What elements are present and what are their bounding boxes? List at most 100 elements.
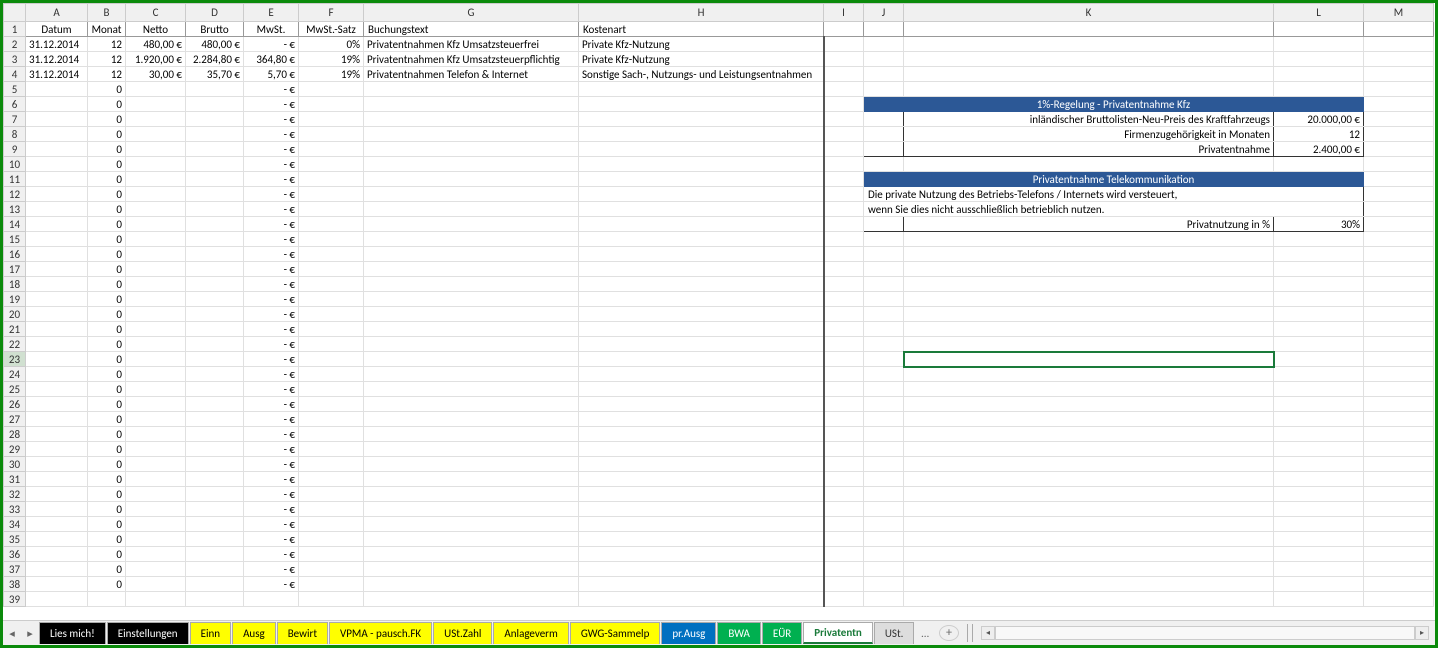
col-header-E[interactable]: E [244, 4, 299, 22]
cell[interactable] [864, 337, 904, 352]
box1-r3-val[interactable]: 2.400,00 € [1274, 142, 1364, 157]
cell[interactable] [364, 427, 579, 442]
cell[interactable] [1274, 307, 1364, 322]
cell-monat[interactable]: 0 [88, 322, 126, 337]
cell[interactable] [904, 562, 1274, 577]
cell[interactable] [824, 367, 864, 382]
col-header-L[interactable]: L [1274, 4, 1364, 22]
cell[interactable] [364, 97, 579, 112]
sheet-tab-einstellungen[interactable]: Einstellungen [107, 622, 189, 644]
cell[interactable] [864, 562, 904, 577]
cell[interactable] [126, 412, 186, 427]
cell[interactable] [26, 457, 88, 472]
cell-mwst[interactable]: - € [244, 307, 299, 322]
cell[interactable] [904, 292, 1274, 307]
cell[interactable] [824, 202, 864, 217]
cell[interactable] [126, 187, 186, 202]
cell-mwstsatz[interactable]: 19% [299, 67, 364, 82]
cell-mwst[interactable]: - € [244, 292, 299, 307]
row-header-36[interactable]: 36 [4, 547, 26, 562]
cell[interactable] [26, 97, 88, 112]
cell[interactable] [1364, 67, 1434, 82]
col-header-G[interactable]: G [364, 4, 579, 22]
tab-nav-prev-icon[interactable]: ▸ [21, 623, 39, 643]
cell[interactable] [824, 472, 864, 487]
cell[interactable] [579, 232, 824, 247]
cell[interactable] [864, 382, 904, 397]
cell[interactable] [126, 367, 186, 382]
cell[interactable] [26, 172, 88, 187]
row-header-4[interactable]: 4 [4, 67, 26, 82]
worksheet-table[interactable]: ABCDEFGHIJKLM1​DatumMonatNettoBruttoMwSt… [3, 3, 1434, 607]
cell[interactable] [1364, 322, 1434, 337]
cell[interactable] [824, 427, 864, 442]
cell-L1[interactable] [1274, 22, 1364, 37]
cell[interactable] [864, 427, 904, 442]
cell[interactable] [26, 187, 88, 202]
sheet-tab-ausg[interactable]: Ausg [232, 622, 276, 644]
cell[interactable] [904, 397, 1274, 412]
cell-mwst[interactable]: - € [244, 142, 299, 157]
cell[interactable] [824, 382, 864, 397]
cell-monat[interactable]: 0 [88, 307, 126, 322]
cell[interactable] [364, 547, 579, 562]
row-header-27[interactable]: 27 [4, 412, 26, 427]
cell[interactable] [864, 457, 904, 472]
cell[interactable] [299, 577, 364, 592]
cell[interactable] [1364, 352, 1434, 367]
cell[interactable] [864, 232, 904, 247]
cell[interactable] [26, 322, 88, 337]
cell-monat[interactable]: 0 [88, 502, 126, 517]
cell-mwst[interactable]: - € [244, 217, 299, 232]
cell-monat[interactable]: 0 [88, 112, 126, 127]
cell[interactable] [864, 127, 904, 142]
cell[interactable] [824, 397, 864, 412]
cell-monat[interactable]: 0 [88, 427, 126, 442]
col-header-M[interactable]: M [1364, 4, 1434, 22]
sheet-tab-prausg[interactable]: pr.Ausg [661, 622, 716, 644]
cell-mwst[interactable]: - € [244, 322, 299, 337]
cell-mwst[interactable]: - € [244, 37, 299, 52]
horizontal-scrollbar[interactable]: ◂ ▸ [981, 625, 1429, 641]
cell[interactable] [26, 157, 88, 172]
row-header-18[interactable]: 18 [4, 277, 26, 292]
cell[interactable] [26, 502, 88, 517]
cell-mwst[interactable]: - € [244, 532, 299, 547]
cell[interactable] [824, 517, 864, 532]
cell-monat[interactable]: 0 [88, 442, 126, 457]
cell[interactable] [126, 322, 186, 337]
cell[interactable] [244, 592, 299, 607]
cell[interactable] [824, 67, 864, 82]
row-header-12[interactable]: 12 [4, 187, 26, 202]
cell[interactable] [299, 202, 364, 217]
cell-mwst[interactable]: - € [244, 247, 299, 262]
cell[interactable] [864, 487, 904, 502]
cell-kostenart[interactable]: Sonstige Sach-, Nutzungs- und Leistungse… [579, 67, 824, 82]
cell[interactable] [1364, 337, 1434, 352]
cell[interactable] [1274, 322, 1364, 337]
cell[interactable] [126, 547, 186, 562]
cell[interactable] [1274, 157, 1364, 172]
cell[interactable] [824, 487, 864, 502]
cell[interactable] [364, 457, 579, 472]
cell[interactable] [26, 367, 88, 382]
cell[interactable] [1274, 292, 1364, 307]
cell[interactable] [824, 232, 864, 247]
cell[interactable] [824, 577, 864, 592]
cell[interactable] [364, 487, 579, 502]
cell-mwst[interactable]: - € [244, 577, 299, 592]
cell[interactable] [824, 502, 864, 517]
cell-monat[interactable]: 0 [88, 202, 126, 217]
cell[interactable] [299, 157, 364, 172]
cell[interactable] [824, 262, 864, 277]
cell[interactable] [186, 97, 244, 112]
row-header-32[interactable]: 32 [4, 487, 26, 502]
cell[interactable] [126, 97, 186, 112]
cell[interactable] [864, 412, 904, 427]
cell[interactable] [1364, 382, 1434, 397]
cell[interactable] [579, 292, 824, 307]
cell[interactable] [26, 292, 88, 307]
cell[interactable] [299, 532, 364, 547]
row-header-20[interactable]: 20 [4, 307, 26, 322]
cell[interactable] [364, 127, 579, 142]
